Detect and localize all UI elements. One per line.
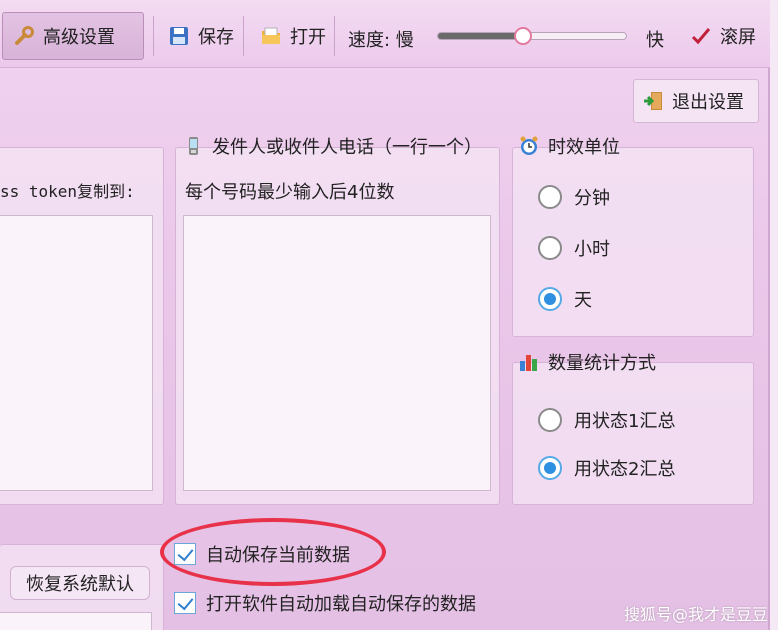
advanced-settings-button[interactable]: 高级设置 — [2, 12, 144, 60]
phone-textarea[interactable] — [183, 215, 491, 491]
time-unit-option-label: 小时 — [574, 239, 610, 260]
time-unit-title: 时效单位 — [518, 133, 620, 159]
open-label: 打开 — [290, 27, 326, 48]
radio-button[interactable] — [538, 408, 562, 432]
stat-method-title: 数量统计方式 — [518, 349, 656, 375]
advanced-settings-label: 高级设置 — [43, 27, 115, 48]
speed-slider-thumb[interactable] — [513, 27, 532, 45]
token-caption: ss token复制到: — [0, 182, 135, 201]
stat-method-panel — [512, 362, 754, 505]
window-edge — [770, 0, 778, 630]
highlight-ring-annotation — [160, 518, 386, 586]
time-unit-option[interactable]: 小时 — [538, 235, 610, 261]
bar-chart-icon — [518, 351, 540, 373]
exit-settings-button[interactable]: 退出设置 — [633, 79, 759, 123]
toolbar-divider — [334, 16, 335, 56]
settings-window: 高级设置 保存 打开 速度: 慢 快 滚屏 退出设置 ss token复制到: … — [0, 0, 770, 630]
stat-method-title-text: 数量统计方式 — [548, 353, 656, 374]
scroll-screen-label: 滚屏 — [720, 27, 756, 48]
scroll-screen-toggle[interactable]: 滚屏 — [680, 12, 766, 60]
time-unit-option[interactable]: 天 — [538, 286, 592, 312]
time-unit-option[interactable]: 分钟 — [538, 184, 610, 210]
auto-load-label: 打开软件自动加载自动保存的数据 — [206, 594, 476, 615]
phone-hint: 每个号码最少输入后4位数 — [185, 182, 395, 203]
token-textarea[interactable] — [0, 215, 153, 491]
radio-button[interactable] — [538, 236, 562, 260]
radio-button[interactable] — [538, 185, 562, 209]
stat-method-option-label: 用状态1汇总 — [574, 411, 676, 432]
phone-panel-title: 发件人或收件人电话（一行一个） — [182, 133, 482, 159]
phone-icon — [182, 135, 204, 157]
time-unit-option-label: 天 — [574, 290, 592, 311]
toolbar-divider — [243, 16, 244, 56]
checkmark-icon — [690, 25, 712, 47]
stat-method-option-label: 用状态2汇总 — [574, 459, 676, 480]
exit-door-icon — [642, 90, 664, 112]
time-unit-option-label: 分钟 — [574, 188, 610, 209]
alarm-clock-icon — [518, 135, 540, 157]
stat-method-option[interactable]: 用状态1汇总 — [538, 407, 675, 433]
time-unit-title-text: 时效单位 — [548, 137, 620, 158]
save-label: 保存 — [198, 27, 234, 48]
radio-button[interactable] — [538, 287, 562, 311]
speed-slider[interactable] — [437, 27, 627, 45]
restore-defaults-label: 恢复系统默认 — [26, 574, 134, 595]
floppy-disk-icon — [168, 25, 190, 47]
exit-settings-label: 退出设置 — [672, 92, 744, 113]
restore-defaults-button[interactable]: 恢复系统默认 — [10, 566, 150, 600]
stat-method-option[interactable]: 用状态2汇总 — [538, 455, 675, 481]
auto-load-checkbox[interactable]: 打开软件自动加载自动保存的数据 — [174, 590, 476, 616]
save-button[interactable]: 保存 — [158, 12, 244, 60]
wrench-icon — [13, 25, 35, 47]
open-button[interactable]: 打开 — [250, 12, 336, 60]
radio-button[interactable] — [538, 456, 562, 480]
speed-fast-label: 快 — [646, 30, 664, 51]
speed-slider-fill — [438, 33, 523, 39]
auto-load-checkbox-box[interactable] — [174, 592, 196, 614]
watermark: 搜狐号@我才是豆豆 — [624, 605, 769, 624]
toolbar-divider — [153, 16, 154, 56]
toolbar: 高级设置 保存 打开 速度: 慢 快 滚屏 — [0, 0, 770, 68]
speed-label: 速度: 慢 — [348, 30, 414, 51]
phone-panel-title-text: 发件人或收件人电话（一行一个） — [212, 137, 482, 158]
folder-icon — [260, 25, 282, 47]
defaults-field[interactable] — [0, 612, 152, 630]
